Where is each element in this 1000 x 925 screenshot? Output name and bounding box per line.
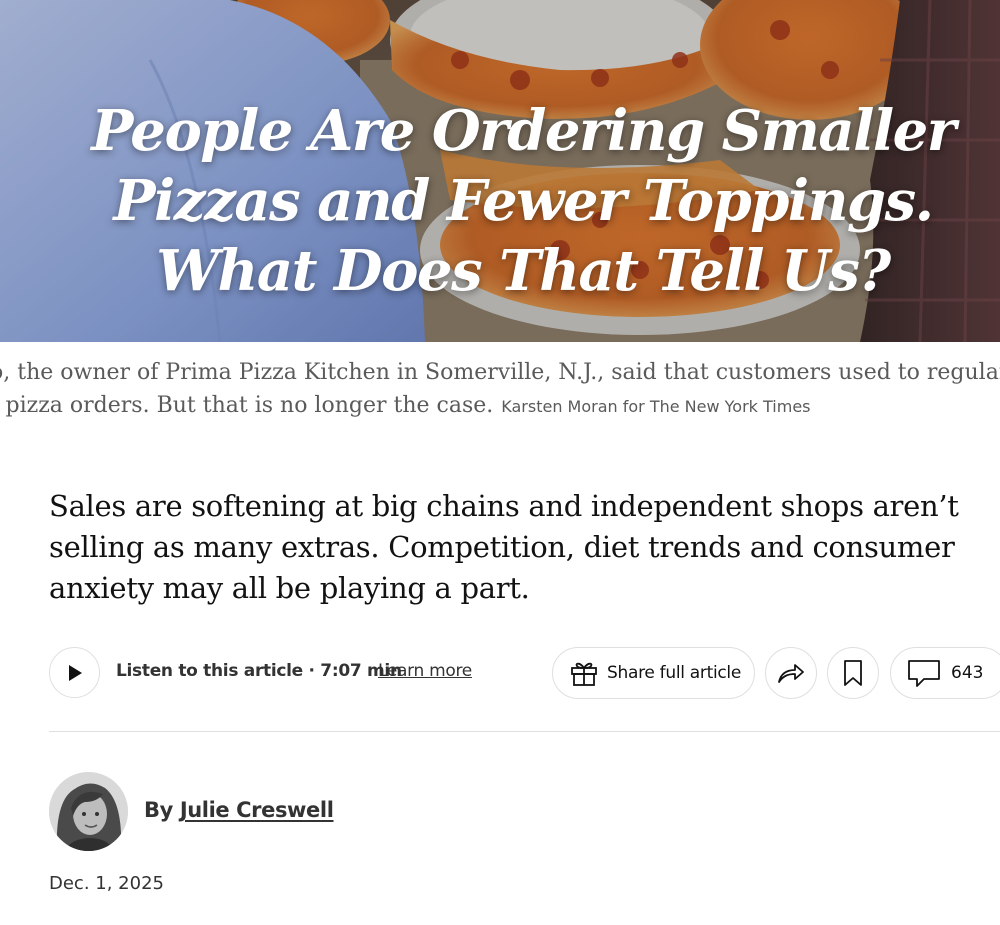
comments-button[interactable]: 643 xyxy=(890,647,1000,699)
headline-line: Pizzas and Fewer Toppings. xyxy=(113,168,934,234)
caption-text: r pizza orders. But that is no longer th… xyxy=(0,393,494,418)
comment-icon xyxy=(908,660,940,687)
share-arrow-icon xyxy=(778,664,804,683)
author-avatar[interactable] xyxy=(49,772,128,851)
author-photo xyxy=(49,772,128,851)
headline-line: What Does That Tell Us? xyxy=(156,238,891,304)
article-summary: Sales are softening at big chains and in… xyxy=(49,489,959,605)
byline-prefix: By xyxy=(144,798,173,822)
bookmark-icon xyxy=(844,660,862,686)
byline: By Julie Creswell xyxy=(144,798,334,822)
author-link[interactable]: Julie Creswell xyxy=(180,798,334,822)
photo-credit: Karsten Moran for The New York Times xyxy=(501,397,811,416)
save-button[interactable] xyxy=(827,647,879,699)
share-full-label: Share full article xyxy=(607,663,741,683)
play-icon xyxy=(68,664,82,681)
hero-image: People Are Ordering Smaller Pizzas and F… xyxy=(0,0,1000,342)
article-headline: People Are Ordering Smaller Pizzas and F… xyxy=(0,96,1000,306)
publish-date: Dec. 1, 2025 xyxy=(49,873,164,894)
article-toolbar: Listen to this article · 7:07 min Learn … xyxy=(0,646,1000,700)
divider xyxy=(49,731,1000,732)
listen-label: Listen to this article · 7:07 min xyxy=(116,661,402,681)
caption-line: o, the owner of Prima Pizza Kitchen in S… xyxy=(0,360,1000,385)
caption-line: r pizza orders. But that is no longer th… xyxy=(0,389,1000,423)
gift-icon xyxy=(571,662,597,686)
share-full-article-button[interactable]: Share full article xyxy=(552,647,755,699)
comment-count: 643 xyxy=(951,663,984,683)
learn-more-link[interactable]: Learn more xyxy=(378,661,472,681)
headline-line: People Are Ordering Smaller xyxy=(91,98,956,164)
play-button[interactable] xyxy=(49,647,100,698)
share-button[interactable] xyxy=(765,647,817,699)
image-caption: o, the owner of Prima Pizza Kitchen in S… xyxy=(0,356,1000,426)
